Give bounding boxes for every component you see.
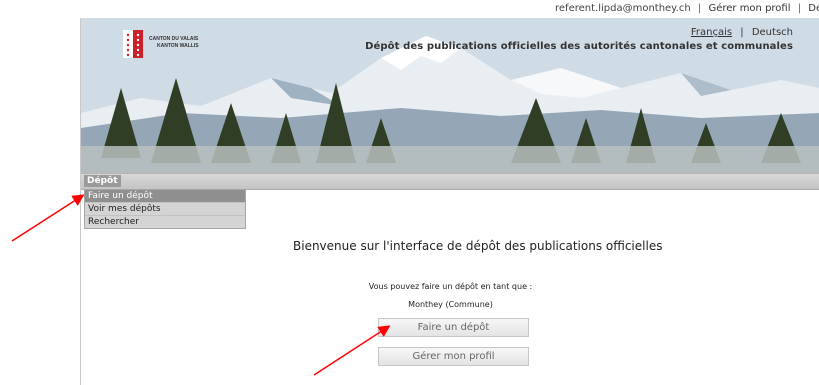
header-banner: CANTON DU VALAIS KANTON WALLIS Français … (81, 18, 819, 173)
manage-profile-link[interactable]: Gérer mon profil (708, 3, 790, 14)
deposit-role-intro: Vous pouvez faire un dépôt en tant que : (368, 282, 533, 291)
submenu-item-search[interactable]: Rechercher (85, 216, 245, 228)
arrow-to-submenu (11, 194, 85, 242)
manage-profile-button[interactable]: Gérer mon profil (378, 347, 529, 366)
logo-text-de: KANTON WALLIS (157, 43, 199, 49)
language-switch: Français | Deutsch (691, 27, 793, 38)
welcome-heading: Bienvenue sur l'interface de dépôt des p… (293, 239, 663, 253)
user-bar: referent.lipda@monthey.ch | Gérer mon pr… (0, 0, 819, 18)
nav-menu-depot[interactable]: Dépôt (84, 175, 121, 187)
page-frame: CANTON DU VALAIS KANTON WALLIS Français … (80, 18, 819, 385)
make-deposit-button[interactable]: Faire un dépôt (378, 318, 529, 337)
deposit-entity: Monthey (Commune) (408, 300, 493, 309)
user-email: referent.lipda@monthey.ch (555, 3, 691, 14)
depot-submenu: Faire un dépôt Voir mes dépôts Recherche… (84, 189, 246, 229)
main-nav: Dépôt (81, 173, 819, 190)
canton-logo[interactable]: CANTON DU VALAIS KANTON WALLIS (121, 26, 251, 62)
logo-text-fr: CANTON DU VALAIS (149, 36, 199, 42)
separator: | (797, 3, 802, 14)
lang-de-link[interactable]: Deutsch (752, 27, 793, 38)
submenu-item-make-deposit[interactable]: Faire un dépôt (85, 190, 245, 203)
separator: | (740, 27, 744, 38)
lang-fr-link[interactable]: Français (691, 27, 732, 38)
submenu-item-view-deposits[interactable]: Voir mes dépôts (85, 203, 245, 216)
separator: | (697, 3, 702, 14)
site-title: Dépôt des publications officielles des a… (365, 41, 793, 52)
logout-link[interactable]: Déconnexion (808, 3, 819, 14)
